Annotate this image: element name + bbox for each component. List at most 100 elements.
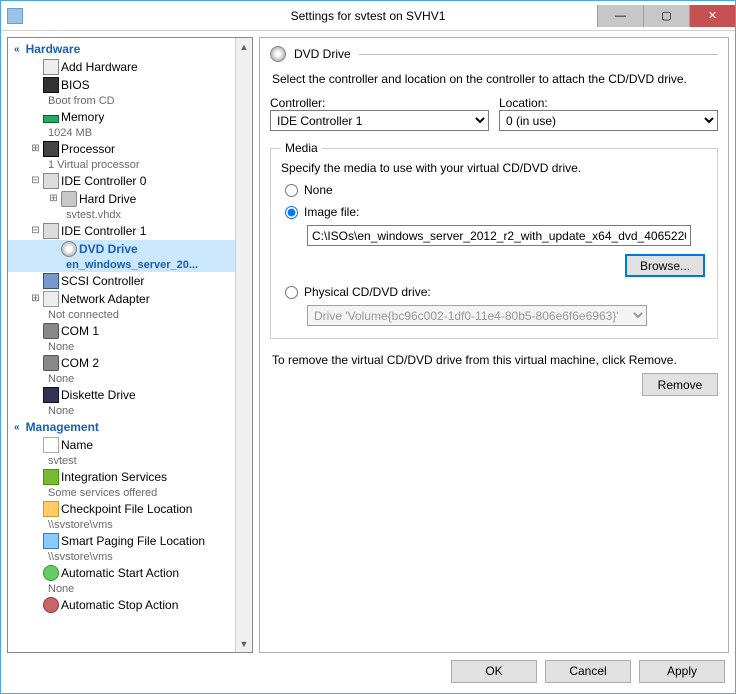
collapse-icon[interactable]: ⊟ xyxy=(30,223,41,239)
remove-note: To remove the virtual CD/DVD drive from … xyxy=(272,353,716,367)
controller-label: Controller: xyxy=(270,96,489,110)
apply-button[interactable]: Apply xyxy=(639,660,725,683)
floppy-icon xyxy=(43,387,59,403)
cancel-button[interactable]: Cancel xyxy=(545,660,631,683)
node-harddrive[interactable]: ⊞ Hard Drive xyxy=(8,190,235,208)
media-group: Media Specify the media to use with your… xyxy=(270,141,718,339)
expand-icon[interactable]: ⊞ xyxy=(30,141,41,157)
com-icon xyxy=(43,323,59,339)
node-checkpoint-sub: \\svstore\vms xyxy=(8,518,235,532)
node-memory[interactable]: Memory xyxy=(8,108,235,126)
start-icon xyxy=(43,565,59,581)
scroll-down-icon[interactable]: ▼ xyxy=(236,635,252,652)
titlebar: Settings for svtest on SVHV1 — ▢ ✕ xyxy=(1,1,735,31)
controller-select[interactable]: IDE Controller 1 xyxy=(270,110,489,131)
physical-drive-select: Drive 'Volume{bc96c002-1df0-11e4-80b5-80… xyxy=(307,305,647,326)
collapse-icon: « xyxy=(14,422,20,433)
node-autostart[interactable]: Automatic Start Action xyxy=(8,564,235,582)
radio-physical-label: Physical CD/DVD drive: xyxy=(304,285,431,299)
node-harddrive-sub: svtest.vhdx xyxy=(8,208,235,222)
location-select[interactable]: 0 (in use) xyxy=(499,110,718,131)
node-com2-sub: None xyxy=(8,372,235,386)
folder-icon xyxy=(43,501,59,517)
radio-image-row[interactable]: Image file: xyxy=(285,205,707,219)
tree-scrollbar[interactable]: ▲ ▼ xyxy=(235,38,252,652)
pane-title: DVD Drive xyxy=(294,47,351,61)
maximize-button[interactable]: ▢ xyxy=(643,5,689,27)
node-name[interactable]: Name xyxy=(8,436,235,454)
collapse-icon[interactable]: ⊟ xyxy=(30,173,41,189)
com-icon xyxy=(43,355,59,371)
node-integration-sub: Some services offered xyxy=(8,486,235,500)
node-com1-sub: None xyxy=(8,340,235,354)
node-memory-sub: 1024 MB xyxy=(8,126,235,140)
scroll-up-icon[interactable]: ▲ xyxy=(236,38,252,55)
node-dvddrive[interactable]: DVD Drive xyxy=(8,240,235,258)
stop-icon xyxy=(43,597,59,613)
memory-icon xyxy=(43,115,59,123)
minimize-button[interactable]: — xyxy=(597,5,643,27)
node-scsi[interactable]: SCSI Controller xyxy=(8,272,235,290)
radio-physical[interactable] xyxy=(285,286,298,299)
remove-button[interactable]: Remove xyxy=(642,373,718,396)
node-checkpoint[interactable]: Checkpoint File Location xyxy=(8,500,235,518)
node-integration[interactable]: Integration Services xyxy=(8,468,235,486)
node-processor-sub: 1 Virtual processor xyxy=(8,158,235,172)
radio-none-label: None xyxy=(304,183,333,197)
ok-button[interactable]: OK xyxy=(451,660,537,683)
name-icon xyxy=(43,437,59,453)
dvd-icon xyxy=(61,241,77,257)
pane-description: Select the controller and location on th… xyxy=(272,72,716,86)
node-network-sub: Not connected xyxy=(8,308,235,322)
hdd-icon xyxy=(61,191,77,207)
radio-image-label: Image file: xyxy=(304,205,359,219)
expand-icon[interactable]: ⊞ xyxy=(30,291,41,307)
hardware-label: Hardware xyxy=(26,42,81,56)
divider xyxy=(359,54,718,55)
node-name-sub: svtest xyxy=(8,454,235,468)
hardware-section[interactable]: « Hardware xyxy=(8,40,235,58)
browse-button[interactable]: Browse... xyxy=(625,254,705,277)
dvd-icon xyxy=(270,46,286,62)
node-network[interactable]: ⊞ Network Adapter xyxy=(8,290,235,308)
location-label: Location: xyxy=(499,96,718,110)
radio-physical-row[interactable]: Physical CD/DVD drive: xyxy=(285,285,707,299)
paging-icon xyxy=(43,533,59,549)
media-description: Specify the media to use with your virtu… xyxy=(281,161,707,175)
details-pane: DVD Drive Select the controller and loca… xyxy=(259,37,729,653)
node-bios-sub: Boot from CD xyxy=(8,94,235,108)
add-icon xyxy=(43,59,59,75)
expand-icon[interactable]: ⊞ xyxy=(48,191,59,207)
radio-none-row[interactable]: None xyxy=(285,183,707,197)
integration-icon xyxy=(43,469,59,485)
ide-icon xyxy=(43,223,59,239)
node-bios[interactable]: BIOS xyxy=(8,76,235,94)
cpu-icon xyxy=(43,141,59,157)
ide-icon xyxy=(43,173,59,189)
node-com2[interactable]: COM 2 xyxy=(8,354,235,372)
settings-tree: « Hardware Add Hardware BIOS Boot from C… xyxy=(7,37,253,653)
node-floppy-sub: None xyxy=(8,404,235,418)
node-ide1[interactable]: ⊟ IDE Controller 1 xyxy=(8,222,235,240)
node-floppy[interactable]: Diskette Drive xyxy=(8,386,235,404)
app-icon xyxy=(7,8,23,24)
close-button[interactable]: ✕ xyxy=(689,5,735,27)
node-add-hardware[interactable]: Add Hardware xyxy=(8,58,235,76)
node-dvddrive-sub: en_windows_server_20... xyxy=(8,258,235,272)
nic-icon xyxy=(43,291,59,307)
node-autostart-sub: None xyxy=(8,582,235,596)
node-smartpaging[interactable]: Smart Paging File Location xyxy=(8,532,235,550)
radio-none[interactable] xyxy=(285,184,298,197)
node-com1[interactable]: COM 1 xyxy=(8,322,235,340)
node-processor[interactable]: ⊞ Processor xyxy=(8,140,235,158)
management-label: Management xyxy=(26,420,99,434)
management-section[interactable]: « Management xyxy=(8,418,235,436)
dialog-buttons: OK Cancel Apply xyxy=(1,659,735,689)
image-path-input[interactable] xyxy=(307,225,691,246)
node-autostop[interactable]: Automatic Stop Action xyxy=(8,596,235,614)
node-smartpaging-sub: \\svstore\vms xyxy=(8,550,235,564)
scsi-icon xyxy=(43,273,59,289)
node-ide0[interactable]: ⊟ IDE Controller 0 xyxy=(8,172,235,190)
collapse-icon: « xyxy=(14,44,20,55)
radio-image[interactable] xyxy=(285,206,298,219)
